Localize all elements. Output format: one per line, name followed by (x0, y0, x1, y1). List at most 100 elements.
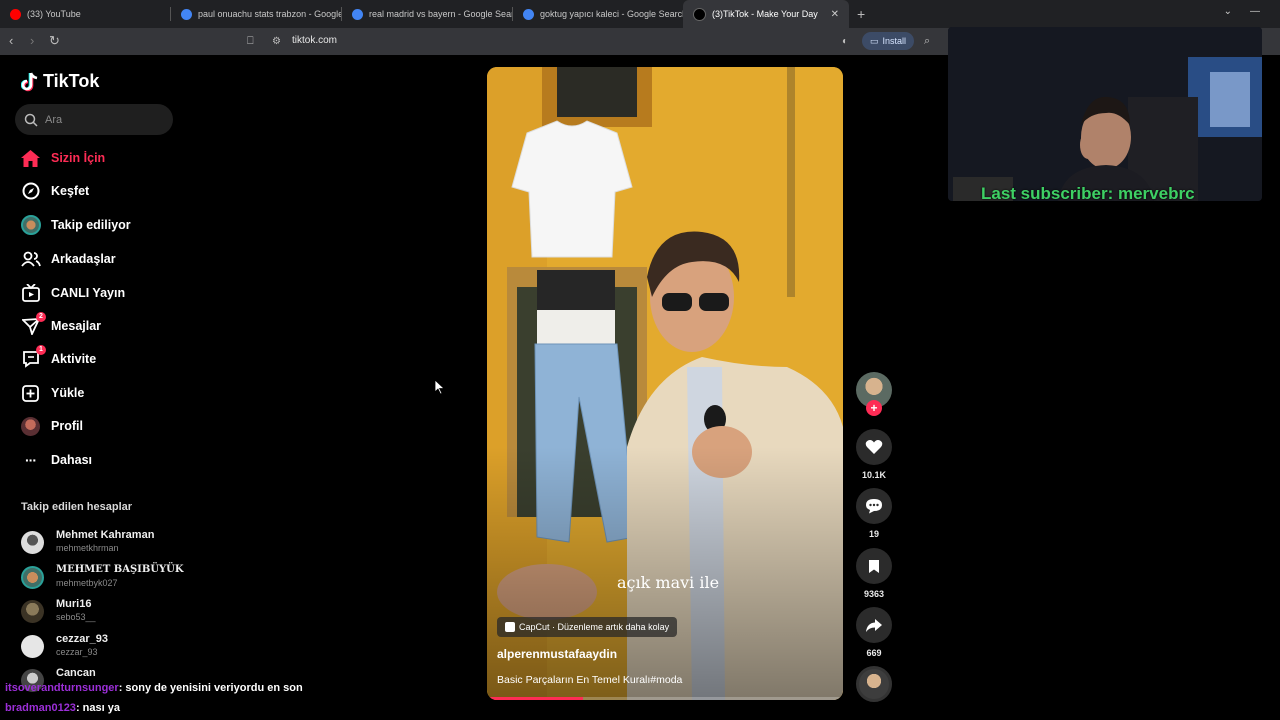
chat-message: bradman0123: nası ya (5, 702, 120, 714)
webcam-image (948, 27, 1262, 201)
nav-item-friends[interactable]: Arkadaşlar (20, 246, 190, 272)
tab-search-chevron-icon[interactable]: ⌄ (1224, 6, 1232, 17)
nav-item-messages[interactable]: 2 Mesajlar (20, 311, 190, 339)
save-button[interactable]: 9363 (856, 548, 892, 599)
avatar (21, 600, 44, 623)
upload-icon (20, 383, 41, 404)
browser-tab[interactable]: paul onuachu stats trabzon - Google Sear (171, 0, 341, 28)
nav-label: Dahası (51, 453, 92, 467)
search-icon (24, 113, 38, 127)
browser-tab[interactable]: (33) YouTube (0, 0, 170, 28)
nav-item-profile[interactable]: Profil (20, 413, 190, 439)
chat-text: : sony de yenisini veriyordu en son (118, 682, 303, 694)
messages-badge: 2 (36, 311, 46, 322)
capcut-badge[interactable]: CapCut · Düzenleme artık daha kolay (497, 617, 678, 637)
last-subscriber-overlay: Last subscriber: mervebrc (981, 184, 1195, 203)
nav-item-activity[interactable]: 1 Aktivite (20, 344, 190, 372)
account-name: Mehmet Kahraman (56, 529, 155, 541)
zoom-icon[interactable]: ⌕ (924, 35, 930, 48)
activity-icon: 1 (20, 344, 46, 370)
account-username: sebo53__ (56, 612, 96, 622)
nav-item-explore[interactable]: Keşfet (20, 178, 190, 204)
youtube-favicon-icon (10, 8, 21, 20)
back-icon[interactable]: ‹ (9, 33, 13, 48)
tiktok-logo[interactable]: TikTok (21, 71, 99, 92)
comment-button[interactable]: 19 (856, 488, 892, 539)
browser-tab-active[interactable]: (3)TikTok - Make Your Day ✕ (683, 0, 849, 28)
tiktok-note-icon (21, 72, 38, 91)
close-tab-icon[interactable]: ✕ (823, 9, 839, 20)
live-icon (20, 283, 41, 304)
browser-tab-strip: (33) YouTube paul onuachu stats trabzon … (0, 0, 1280, 28)
nav-label: Sizin İçin (51, 151, 106, 165)
following-account[interactable]: MEHMET BAŞIBÜYÜK mehmetbyk027 (21, 564, 191, 594)
following-account[interactable]: Muri16 sebo53__ (21, 598, 191, 628)
browser-tab[interactable]: goktug yapıcı kaleci - Google Search (513, 0, 683, 28)
google-favicon-icon (523, 8, 534, 20)
nav-label: Arkadaşlar (51, 252, 116, 266)
nav-item-live[interactable]: CANLI Yayın (20, 280, 190, 306)
account-name: Muri16 (56, 598, 92, 610)
account-name: MEHMET BAŞIBÜYÜK (56, 564, 184, 575)
home-icon (20, 148, 41, 169)
account-username: mehmetbyk027 (56, 578, 118, 588)
follow-plus-button[interactable]: + (866, 400, 882, 416)
video-caption-overlay: açık mavi ile (617, 573, 720, 592)
following-account[interactable]: Mehmet Kahraman mehmetkhrman (21, 529, 191, 559)
nav-item-more[interactable]: ··· Dahası (20, 447, 190, 473)
url-field[interactable]: tiktok.com (292, 35, 337, 46)
comment-count: 19 (868, 529, 879, 539)
avatar (21, 635, 44, 658)
tab-label: (33) YouTube (27, 9, 81, 19)
monitor-icon: ▭ (869, 35, 879, 46)
tab-label: real madrid vs bayern - Google Search (369, 9, 512, 19)
site-settings-icon[interactable]: ⚙ (272, 36, 281, 47)
google-favicon-icon (181, 8, 192, 20)
video-author[interactable]: alperenmustafaaydin (497, 647, 617, 661)
nav-item-following[interactable]: Takip ediliyor (20, 212, 190, 238)
video-description: Basic Parçaların En Temel Kuralı#moda (497, 674, 683, 686)
nav-item-for-you[interactable]: Sizin İçin (20, 145, 190, 171)
avatar (21, 531, 44, 554)
heart-icon (856, 429, 892, 465)
search-input[interactable]: Ara (15, 104, 173, 135)
tab-label: (3)TikTok - Make Your Day (712, 9, 818, 19)
following-accounts-title: Takip edilen hesaplar (21, 501, 133, 513)
account-username: mehmetkhrman (56, 543, 119, 553)
bookmark-icon (856, 548, 892, 584)
video-progress-bar[interactable] (487, 697, 843, 700)
nav-item-upload[interactable]: Yükle (20, 380, 190, 406)
streamer-webcam (948, 27, 1262, 201)
video-progress-fill (487, 697, 584, 700)
nav-label: Profil (51, 419, 83, 433)
following-account[interactable]: cezzar_93 cezzar_93 (21, 633, 191, 663)
minimize-window-icon[interactable]: — (1250, 6, 1260, 17)
install-label: Install (882, 36, 907, 46)
chat-username: itsoverandturnsunger (5, 682, 119, 694)
nav-label: Yükle (51, 386, 85, 400)
music-disc-avatar[interactable] (856, 666, 892, 702)
install-app-button[interactable]: ▭ Install (862, 32, 914, 50)
capcut-icon (505, 622, 515, 632)
more-icon: ··· (25, 452, 37, 468)
reload-icon[interactable]: ↻ (49, 33, 60, 49)
save-count: 9363 (863, 589, 885, 599)
forward-icon[interactable]: › (30, 33, 34, 48)
share-button[interactable]: 669 (856, 607, 892, 658)
messages-icon: 2 (20, 311, 46, 337)
nav-label: Keşfet (51, 184, 90, 198)
new-tab-icon[interactable]: + (857, 6, 865, 22)
friends-icon (20, 249, 41, 270)
comment-icon (856, 488, 892, 524)
like-button[interactable]: 10.1K (856, 429, 892, 480)
capcut-label: CapCut · Düzenleme artık daha kolay (519, 622, 670, 632)
reader-mode-icon[interactable]: ◐ (842, 36, 848, 47)
bookmark-icon[interactable]: ⎕ (247, 35, 254, 48)
video-player[interactable]: açık mavi ile CapCut · Düzenleme artık d… (487, 67, 843, 700)
chat-text: : nası ya (75, 702, 120, 714)
nav-label: Mesajlar (51, 319, 102, 333)
activity-badge: 1 (36, 344, 46, 355)
browser-tab[interactable]: real madrid vs bayern - Google Search (342, 0, 512, 28)
share-icon (856, 607, 892, 643)
account-name: cezzar_93 (56, 633, 108, 645)
